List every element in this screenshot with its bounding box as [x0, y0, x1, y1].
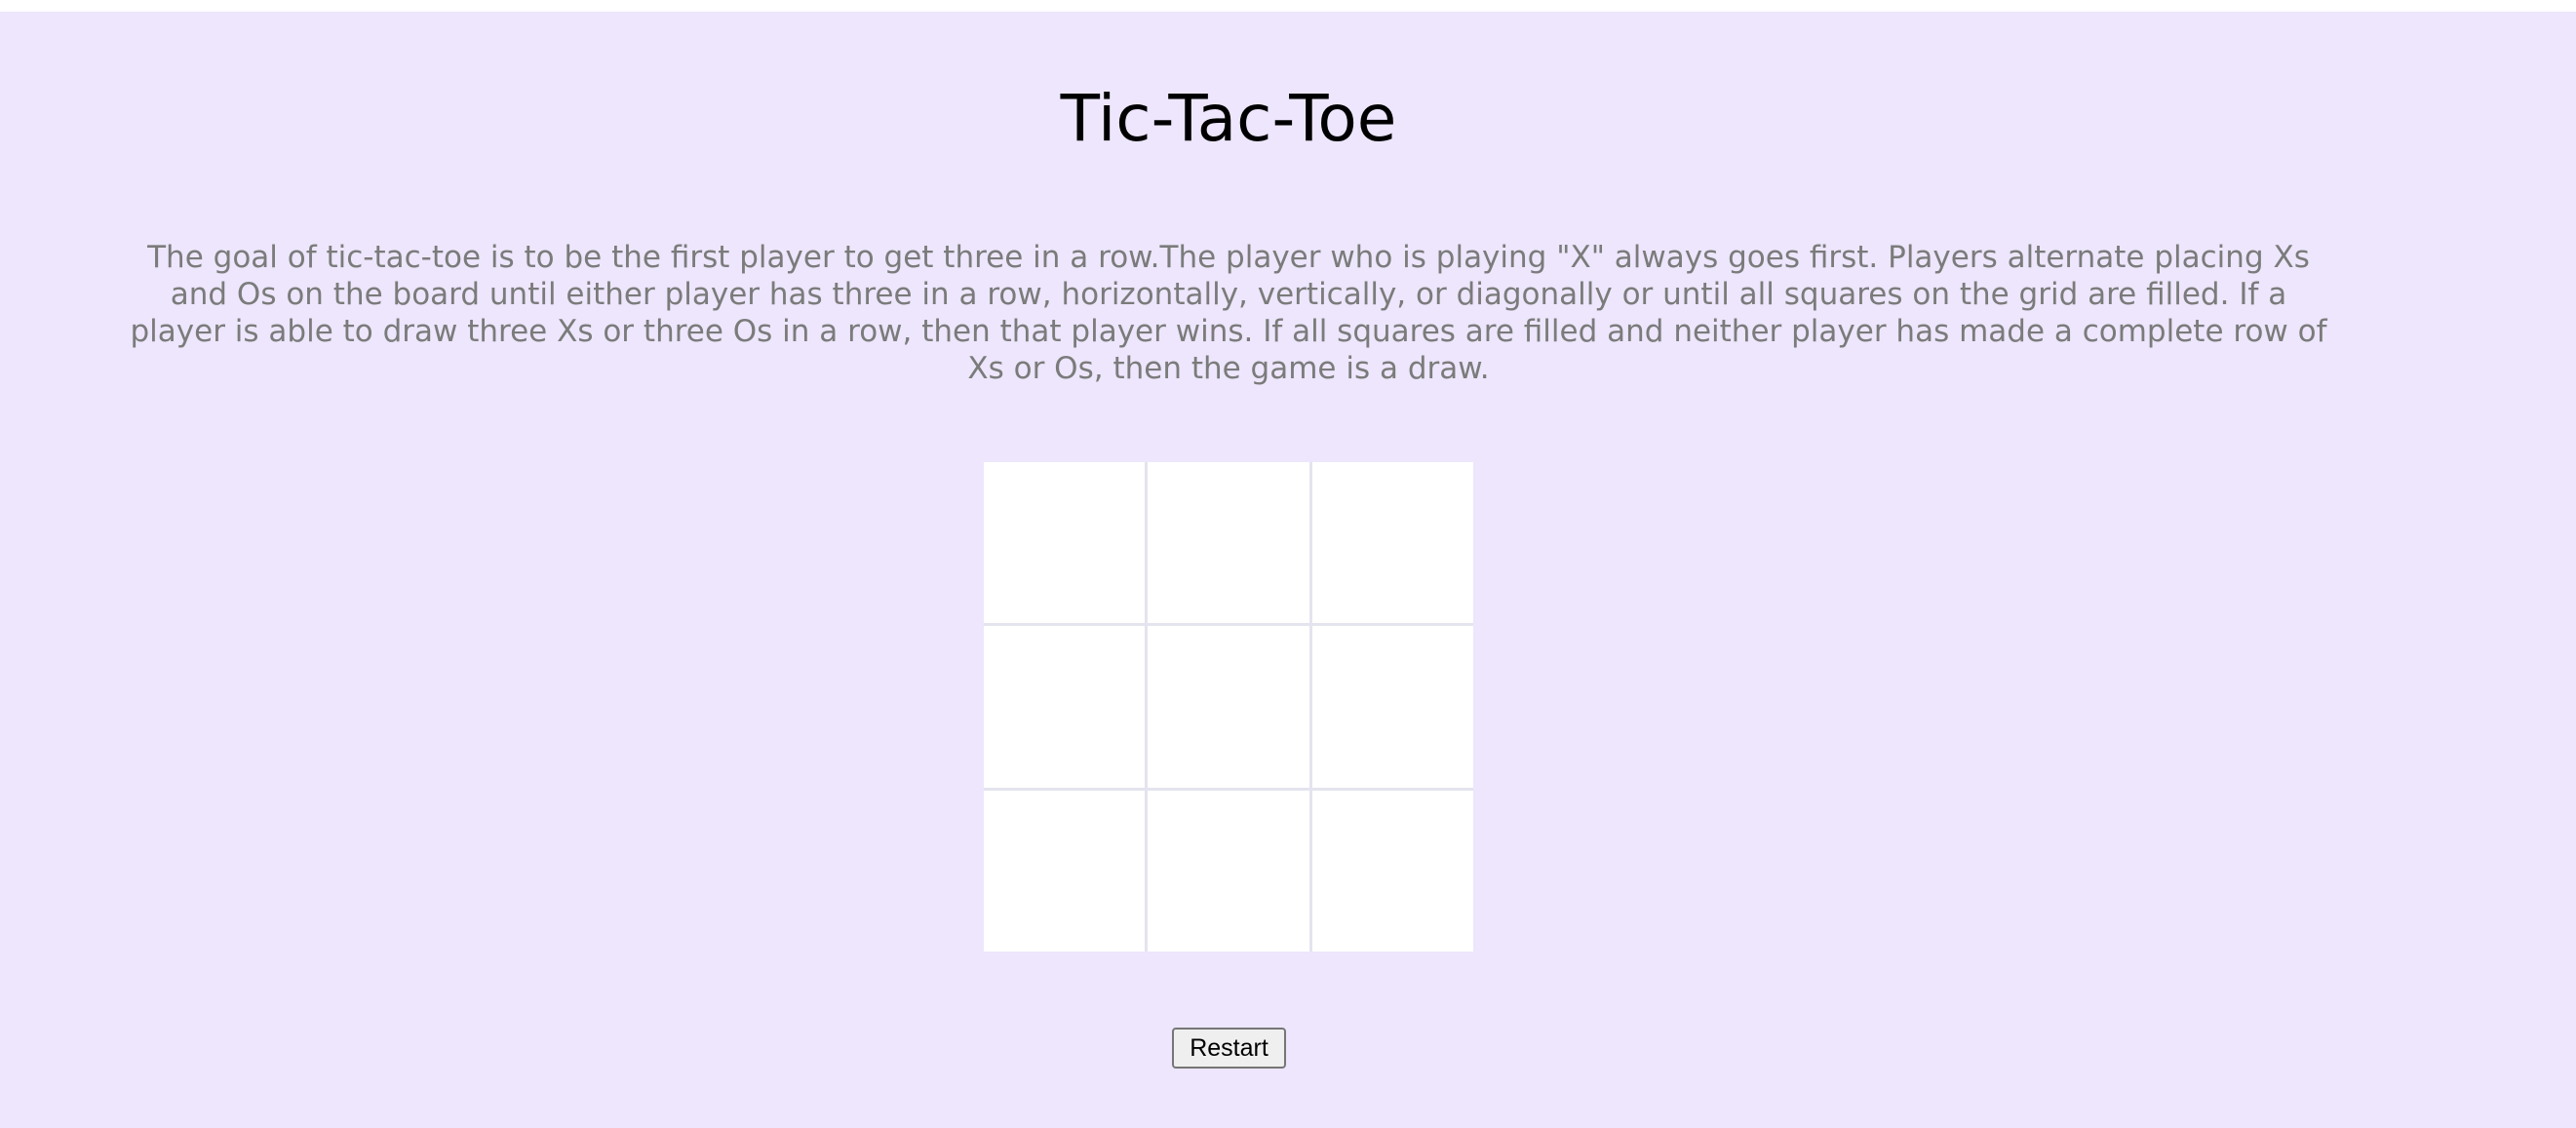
- board-cell-5[interactable]: [1148, 626, 1309, 788]
- board-cell-1[interactable]: [984, 462, 1146, 624]
- board-cell-4[interactable]: [984, 626, 1146, 788]
- board-cell-8[interactable]: [1148, 790, 1309, 952]
- board-cell-9[interactable]: [1311, 790, 1473, 952]
- page-title: Tic-Tac-Toe: [1060, 81, 1397, 156]
- restart-button[interactable]: Restart: [1172, 1028, 1286, 1069]
- rules-description: The goal of tic-tac-toe is to be the fir…: [130, 240, 2327, 386]
- board-cell-2[interactable]: [1148, 462, 1309, 624]
- game-board: [984, 462, 1473, 952]
- board-cell-3[interactable]: [1311, 462, 1473, 624]
- page-background: Tic-Tac-Toe The goal of tic-tac-toe is t…: [0, 12, 2576, 1128]
- board-cell-7[interactable]: [984, 790, 1146, 952]
- board-cell-6[interactable]: [1311, 626, 1473, 788]
